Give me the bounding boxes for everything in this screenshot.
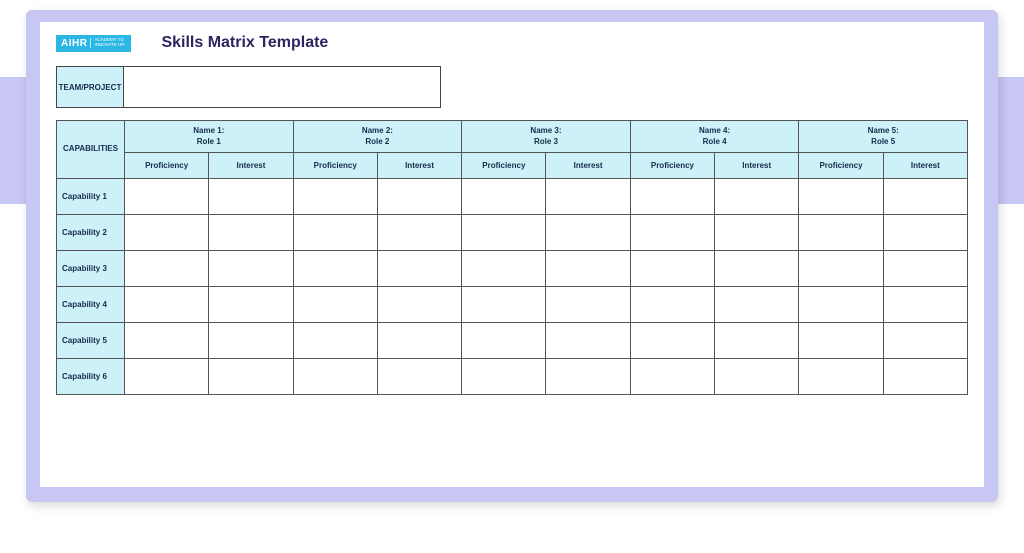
cell[interactable] (630, 287, 714, 323)
person-header-2: Name 2:Role 2 (293, 121, 462, 153)
cell[interactable] (462, 251, 546, 287)
table-row: Capability 6 (57, 359, 968, 395)
cell[interactable] (462, 215, 546, 251)
cell[interactable] (715, 323, 799, 359)
cell[interactable] (293, 179, 377, 215)
capability-label: Capability 3 (57, 251, 125, 287)
interest-header: Interest (377, 153, 461, 179)
cell[interactable] (630, 359, 714, 395)
cell[interactable] (799, 251, 883, 287)
header: AIHR ACADEMY TO INNOVATE HR Skills Matri… (56, 34, 968, 52)
cell[interactable] (630, 215, 714, 251)
cell[interactable] (546, 215, 630, 251)
table-row: Capability 5 (57, 323, 968, 359)
cell[interactable] (883, 359, 967, 395)
table-row: Capability 1 (57, 179, 968, 215)
person-header-3: Name 3:Role 3 (462, 121, 631, 153)
cell[interactable] (799, 287, 883, 323)
cell[interactable] (125, 179, 209, 215)
cell[interactable] (209, 359, 293, 395)
proficiency-header: Proficiency (293, 153, 377, 179)
aihr-logo: AIHR ACADEMY TO INNOVATE HR (56, 35, 131, 52)
cell[interactable] (715, 215, 799, 251)
cell[interactable] (125, 287, 209, 323)
cell[interactable] (546, 179, 630, 215)
interest-header: Interest (883, 153, 967, 179)
cell[interactable] (125, 251, 209, 287)
cell[interactable] (715, 179, 799, 215)
cell[interactable] (377, 179, 461, 215)
page-title: Skills Matrix Template (161, 34, 328, 52)
table-row: Capability 2 (57, 215, 968, 251)
cell[interactable] (209, 251, 293, 287)
person-header-5: Name 5:Role 5 (799, 121, 968, 153)
cell[interactable] (799, 179, 883, 215)
cell[interactable] (293, 251, 377, 287)
team-project-input[interactable] (124, 66, 441, 108)
proficiency-header: Proficiency (125, 153, 209, 179)
proficiency-header: Proficiency (799, 153, 883, 179)
cell[interactable] (377, 215, 461, 251)
logo-text: AIHR (61, 38, 87, 49)
capability-label: Capability 1 (57, 179, 125, 215)
proficiency-header: Proficiency (630, 153, 714, 179)
cell[interactable] (293, 287, 377, 323)
cell[interactable] (209, 323, 293, 359)
cell[interactable] (293, 215, 377, 251)
capability-label: Capability 4 (57, 287, 125, 323)
cell[interactable] (883, 179, 967, 215)
cell[interactable] (209, 179, 293, 215)
cell[interactable] (462, 179, 546, 215)
cell[interactable] (293, 323, 377, 359)
cell[interactable] (715, 359, 799, 395)
cell[interactable] (883, 287, 967, 323)
person-header-1: Name 1:Role 1 (125, 121, 294, 153)
table-row: Capability 4 (57, 287, 968, 323)
cell[interactable] (125, 215, 209, 251)
cell[interactable] (462, 287, 546, 323)
cell[interactable] (377, 287, 461, 323)
cell[interactable] (546, 287, 630, 323)
skills-matrix-table: CAPABILITIES Name 1:Role 1 Name 2:Role 2… (56, 120, 968, 395)
interest-header: Interest (715, 153, 799, 179)
cell[interactable] (546, 251, 630, 287)
cell[interactable] (715, 287, 799, 323)
cell[interactable] (546, 359, 630, 395)
cell[interactable] (715, 251, 799, 287)
cell[interactable] (630, 323, 714, 359)
team-project-label: TEAM/PROJECT (56, 66, 124, 108)
interest-header: Interest (209, 153, 293, 179)
person-header-4: Name 4:Role 4 (630, 121, 799, 153)
document-page: AIHR ACADEMY TO INNOVATE HR Skills Matri… (40, 22, 984, 487)
cell[interactable] (462, 323, 546, 359)
cell[interactable] (630, 251, 714, 287)
cell[interactable] (799, 323, 883, 359)
cell[interactable] (799, 359, 883, 395)
capability-label: Capability 2 (57, 215, 125, 251)
proficiency-header: Proficiency (462, 153, 546, 179)
cell[interactable] (377, 359, 461, 395)
cell[interactable] (293, 359, 377, 395)
cell[interactable] (125, 323, 209, 359)
cell[interactable] (799, 215, 883, 251)
cell[interactable] (883, 251, 967, 287)
table-row: Capability 3 (57, 251, 968, 287)
matrix-body: Capability 1 Capability 2 Capability 3 (57, 179, 968, 395)
cell[interactable] (377, 251, 461, 287)
team-project-row: TEAM/PROJECT (56, 66, 968, 108)
cell[interactable] (546, 323, 630, 359)
capability-label: Capability 5 (57, 323, 125, 359)
cell[interactable] (462, 359, 546, 395)
interest-header: Interest (546, 153, 630, 179)
cell[interactable] (883, 323, 967, 359)
cell[interactable] (209, 287, 293, 323)
capabilities-header: CAPABILITIES (57, 121, 125, 179)
cell[interactable] (883, 215, 967, 251)
cell[interactable] (125, 359, 209, 395)
cell[interactable] (377, 323, 461, 359)
logo-subtext: ACADEMY TO INNOVATE HR (90, 38, 126, 48)
cell[interactable] (209, 215, 293, 251)
cell[interactable] (630, 179, 714, 215)
capability-label: Capability 6 (57, 359, 125, 395)
